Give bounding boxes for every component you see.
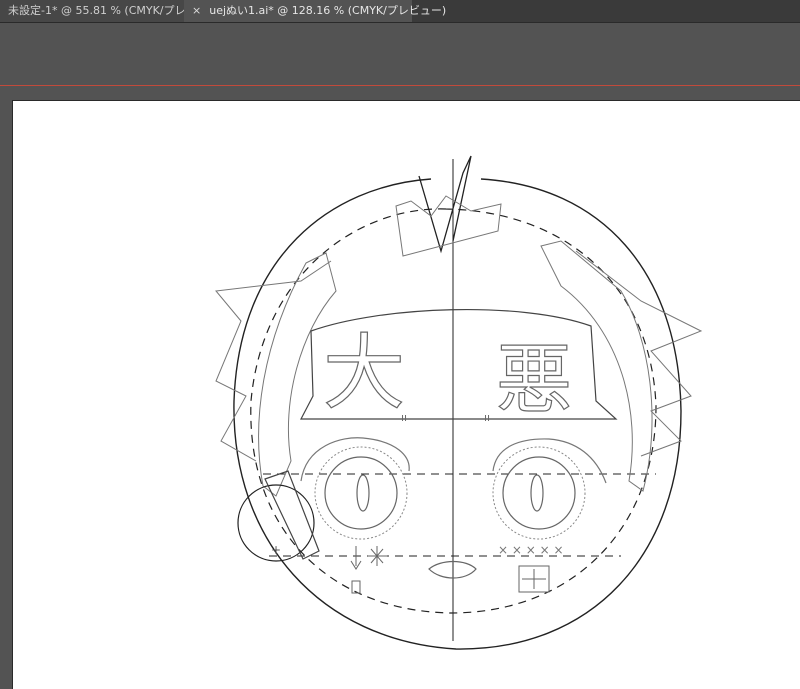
small-mark-right: ıı — [484, 411, 490, 424]
left-symbols — [350, 546, 387, 594]
kanji-right: 悪 — [496, 335, 572, 424]
artboard[interactable]: 大 悪 ıı ıı × × × × × + — [12, 100, 800, 689]
tab-document-1[interactable]: 未設定-1* @ 55.81 % (CMYK/プレビュー) — [0, 0, 223, 22]
toolbar-area — [0, 23, 800, 85]
tab-label: uejぬい1.ai* @ 128.16 % (CMYK/プレビュー) — [209, 4, 447, 17]
top-spike — [418, 155, 472, 254]
plus-mark: + — [271, 543, 281, 557]
left-eye — [300, 437, 410, 540]
illustration-artwork[interactable]: 大 悪 ıı ıı × × × × × + — [13, 101, 800, 689]
cross-stitches: × × × × × — [498, 543, 564, 557]
right-eye — [492, 438, 607, 540]
tab-document-2[interactable]: × uejぬい1.ai* @ 128.16 % (CMYK/プレビュー) — [184, 0, 446, 22]
head-outline — [233, 178, 682, 650]
right-zigzag — [575, 250, 703, 457]
left-zigzag — [215, 260, 332, 462]
document-tab-bar: 未設定-1* @ 55.81 % (CMYK/プレビュー) × uejぬい1.ai… — [0, 0, 800, 23]
small-mark-left: ıı — [401, 411, 407, 424]
kanji-left: 大 — [323, 326, 405, 421]
close-icon[interactable]: × — [192, 4, 201, 17]
